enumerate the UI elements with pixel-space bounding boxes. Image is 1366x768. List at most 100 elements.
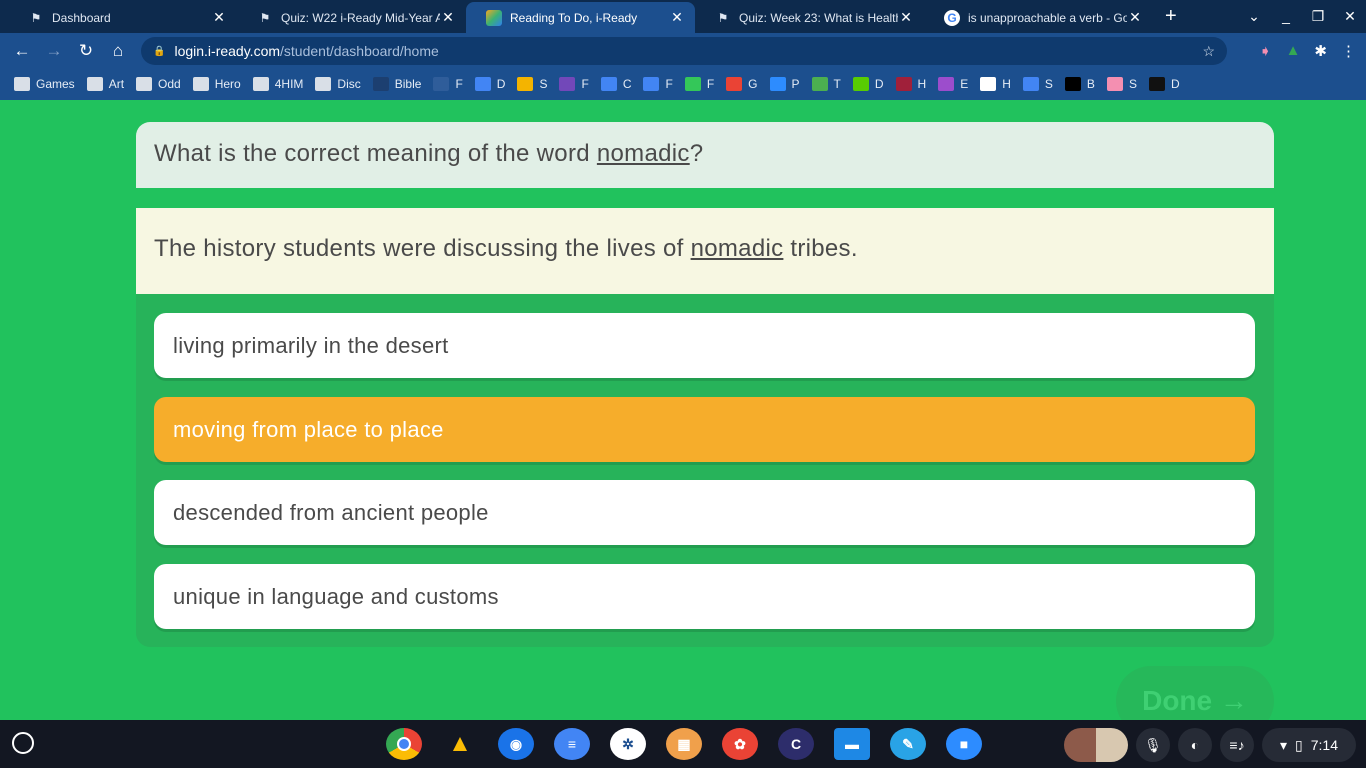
google-icon <box>980 77 997 91</box>
launcher-button[interactable] <box>12 732 34 754</box>
app-icon <box>1106 77 1123 91</box>
close-tab-icon[interactable]: ✕ <box>669 9 685 26</box>
forms-icon <box>559 77 576 91</box>
tab-quiz-week23[interactable]: ⚑ Quiz: Week 23: What is Health ✕ <box>695 2 924 33</box>
bookmark-g[interactable]: G <box>726 77 758 91</box>
app-icon <box>684 77 701 91</box>
microphone-icon[interactable]: 🎙 <box>1136 728 1170 762</box>
settings-app-icon[interactable]: ✲ <box>610 728 646 760</box>
bookmark-bible[interactable]: Bible <box>372 77 421 91</box>
battery-icon: ▯ <box>1295 736 1303 753</box>
media-controls-icon[interactable]: ≡♪ <box>1220 728 1254 762</box>
reload-button[interactable]: ↻ <box>70 41 102 61</box>
bookmark-d[interactable]: D <box>474 77 505 91</box>
docs-icon <box>474 77 491 91</box>
bookmark-h[interactable]: H <box>980 77 1011 91</box>
bookmark-art[interactable]: Art <box>86 77 124 91</box>
answer-option-4[interactable]: unique in language and customs <box>154 564 1255 629</box>
maximize-button[interactable]: ❐ <box>1302 0 1334 32</box>
close-tab-icon[interactable]: ✕ <box>898 9 914 26</box>
camera-app-icon[interactable]: ◉ <box>498 728 534 760</box>
bookmark-b[interactable]: B <box>1064 77 1095 91</box>
bookmark-4him[interactable]: 4HIM <box>252 77 303 91</box>
draw-app-icon[interactable]: ✎ <box>890 728 926 760</box>
bookmark-p[interactable]: P <box>769 77 800 91</box>
classroom-icon <box>600 77 617 91</box>
bookmark-star-icon[interactable]: ☆ <box>1202 43 1215 60</box>
menu-kebab-icon[interactable]: ⋮ <box>1341 42 1356 60</box>
bookmark-d[interactable]: D <box>1148 77 1180 91</box>
holding-space-thumbnails[interactable] <box>1064 728 1128 762</box>
bookmark-f[interactable]: F <box>684 77 714 91</box>
app-icon <box>938 77 955 91</box>
tab-reading-to-do[interactable]: Reading To Do, i-Ready ✕ <box>466 2 695 33</box>
bookmark-s[interactable]: S <box>1022 77 1053 91</box>
gmail-icon <box>726 77 743 91</box>
cross-icon <box>433 77 450 91</box>
bookmark-c[interactable]: C <box>600 77 631 91</box>
folder-icon <box>86 77 103 91</box>
drive-app-icon[interactable]: ▲ <box>442 728 478 760</box>
app-icon[interactable]: ▦ <box>666 728 702 760</box>
tab-search-chevron-icon[interactable]: ⌄ <box>1238 0 1270 32</box>
browser-toolbar: ← → ↻ ⌂ 🔒 login.i-ready.com/student/dash… <box>0 33 1366 68</box>
status-area[interactable]: ▾ ▯ 7:14 <box>1262 728 1356 762</box>
bookmark-hero[interactable]: Hero <box>192 77 241 91</box>
paint-app-icon[interactable]: ✿ <box>722 728 758 760</box>
tab-strip: ⚑ Dashboard ✕ ⚑ Quiz: W22 i-Ready Mid-Year … <box>0 0 1366 33</box>
bookmark-games[interactable]: Games <box>14 77 75 91</box>
docs-app-icon[interactable]: ≡ <box>554 728 590 760</box>
app-icon <box>895 77 912 91</box>
bookmark-f[interactable]: F <box>559 77 589 91</box>
files-app-icon[interactable]: ▬ <box>834 728 870 760</box>
lock-icon: 🔒 <box>153 45 166 57</box>
bookmark-h[interactable]: H <box>895 77 926 91</box>
answer-option-3[interactable]: descended from ancient people <box>154 480 1255 545</box>
tab-google-search[interactable]: Gis unapproachable a verb - Google Searc… <box>924 2 1153 33</box>
minimize-button[interactable]: _ <box>1270 0 1302 32</box>
bookmark-disc[interactable]: Disc <box>315 77 361 91</box>
zoom-app-icon[interactable]: ■ <box>946 728 982 760</box>
extensions-puzzle-icon[interactable]: ✱ <box>1314 42 1327 60</box>
close-tab-icon[interactable]: ✕ <box>1127 9 1143 26</box>
zoom-icon <box>769 77 786 91</box>
answer-option-2-selected[interactable]: moving from place to place <box>154 397 1255 462</box>
bookmark-odd[interactable]: Odd <box>136 77 181 91</box>
bookmark-f[interactable]: F <box>433 77 463 91</box>
back-button[interactable]: ← <box>6 41 38 61</box>
bookmark-f[interactable]: F <box>643 77 673 91</box>
iready-cube-icon <box>486 9 502 26</box>
forward-button[interactable]: → <box>38 41 70 61</box>
wifi-icon: ▾ <box>1280 736 1288 753</box>
passage-sentence: The history students were discussing the… <box>136 208 1274 294</box>
tab-dashboard[interactable]: ⚑ Dashboard ✕ <box>8 2 237 33</box>
folder-icon <box>315 77 332 91</box>
close-window-button[interactable]: ✕ <box>1334 0 1366 32</box>
folder-icon <box>136 77 153 91</box>
chrome-app-icon[interactable] <box>386 728 422 760</box>
docs-icon <box>1022 77 1039 91</box>
bible-icon <box>372 77 389 91</box>
tab-quiz-w22[interactable]: ⚑Quiz: W22 i-Ready Mid-Year Assessment✕ <box>237 2 466 33</box>
iready-lesson: What is the correct meaning of the word … <box>0 100 1366 736</box>
close-tab-icon[interactable]: ✕ <box>211 9 227 26</box>
app-icon <box>1148 77 1165 91</box>
bookmark-t[interactable]: T <box>811 77 841 91</box>
bookmarks-bar: Games Art Odd Hero 4HIM Disc Bible F D S F C F F G P T D H… <box>0 68 1366 100</box>
bookmark-d[interactable]: D <box>852 77 884 91</box>
app-icon <box>1064 77 1081 91</box>
bookmark-e[interactable]: E <box>938 77 968 91</box>
address-bar[interactable]: 🔒 login.i-ready.com/student/dashboard/ho… <box>141 37 1227 65</box>
answer-panel: living primarily in the desert moving fr… <box>136 294 1274 647</box>
close-tab-icon[interactable]: ✕ <box>440 9 456 26</box>
new-tab-button[interactable]: + <box>1165 5 1177 28</box>
bookmark-s[interactable]: S <box>517 77 547 91</box>
drive-extension-icon[interactable]: ▲ <box>1286 42 1301 60</box>
answer-option-1[interactable]: living primarily in the desert <box>154 313 1255 378</box>
canvas-app-icon[interactable]: C <box>778 728 814 760</box>
select-to-speak-icon[interactable]: ◐ <box>1178 728 1212 762</box>
extension-icon[interactable]: ➧ <box>1259 42 1272 60</box>
bookmark-s[interactable]: S <box>1106 77 1137 91</box>
home-button[interactable]: ⌂ <box>102 41 134 61</box>
spiral-icon <box>811 77 828 91</box>
